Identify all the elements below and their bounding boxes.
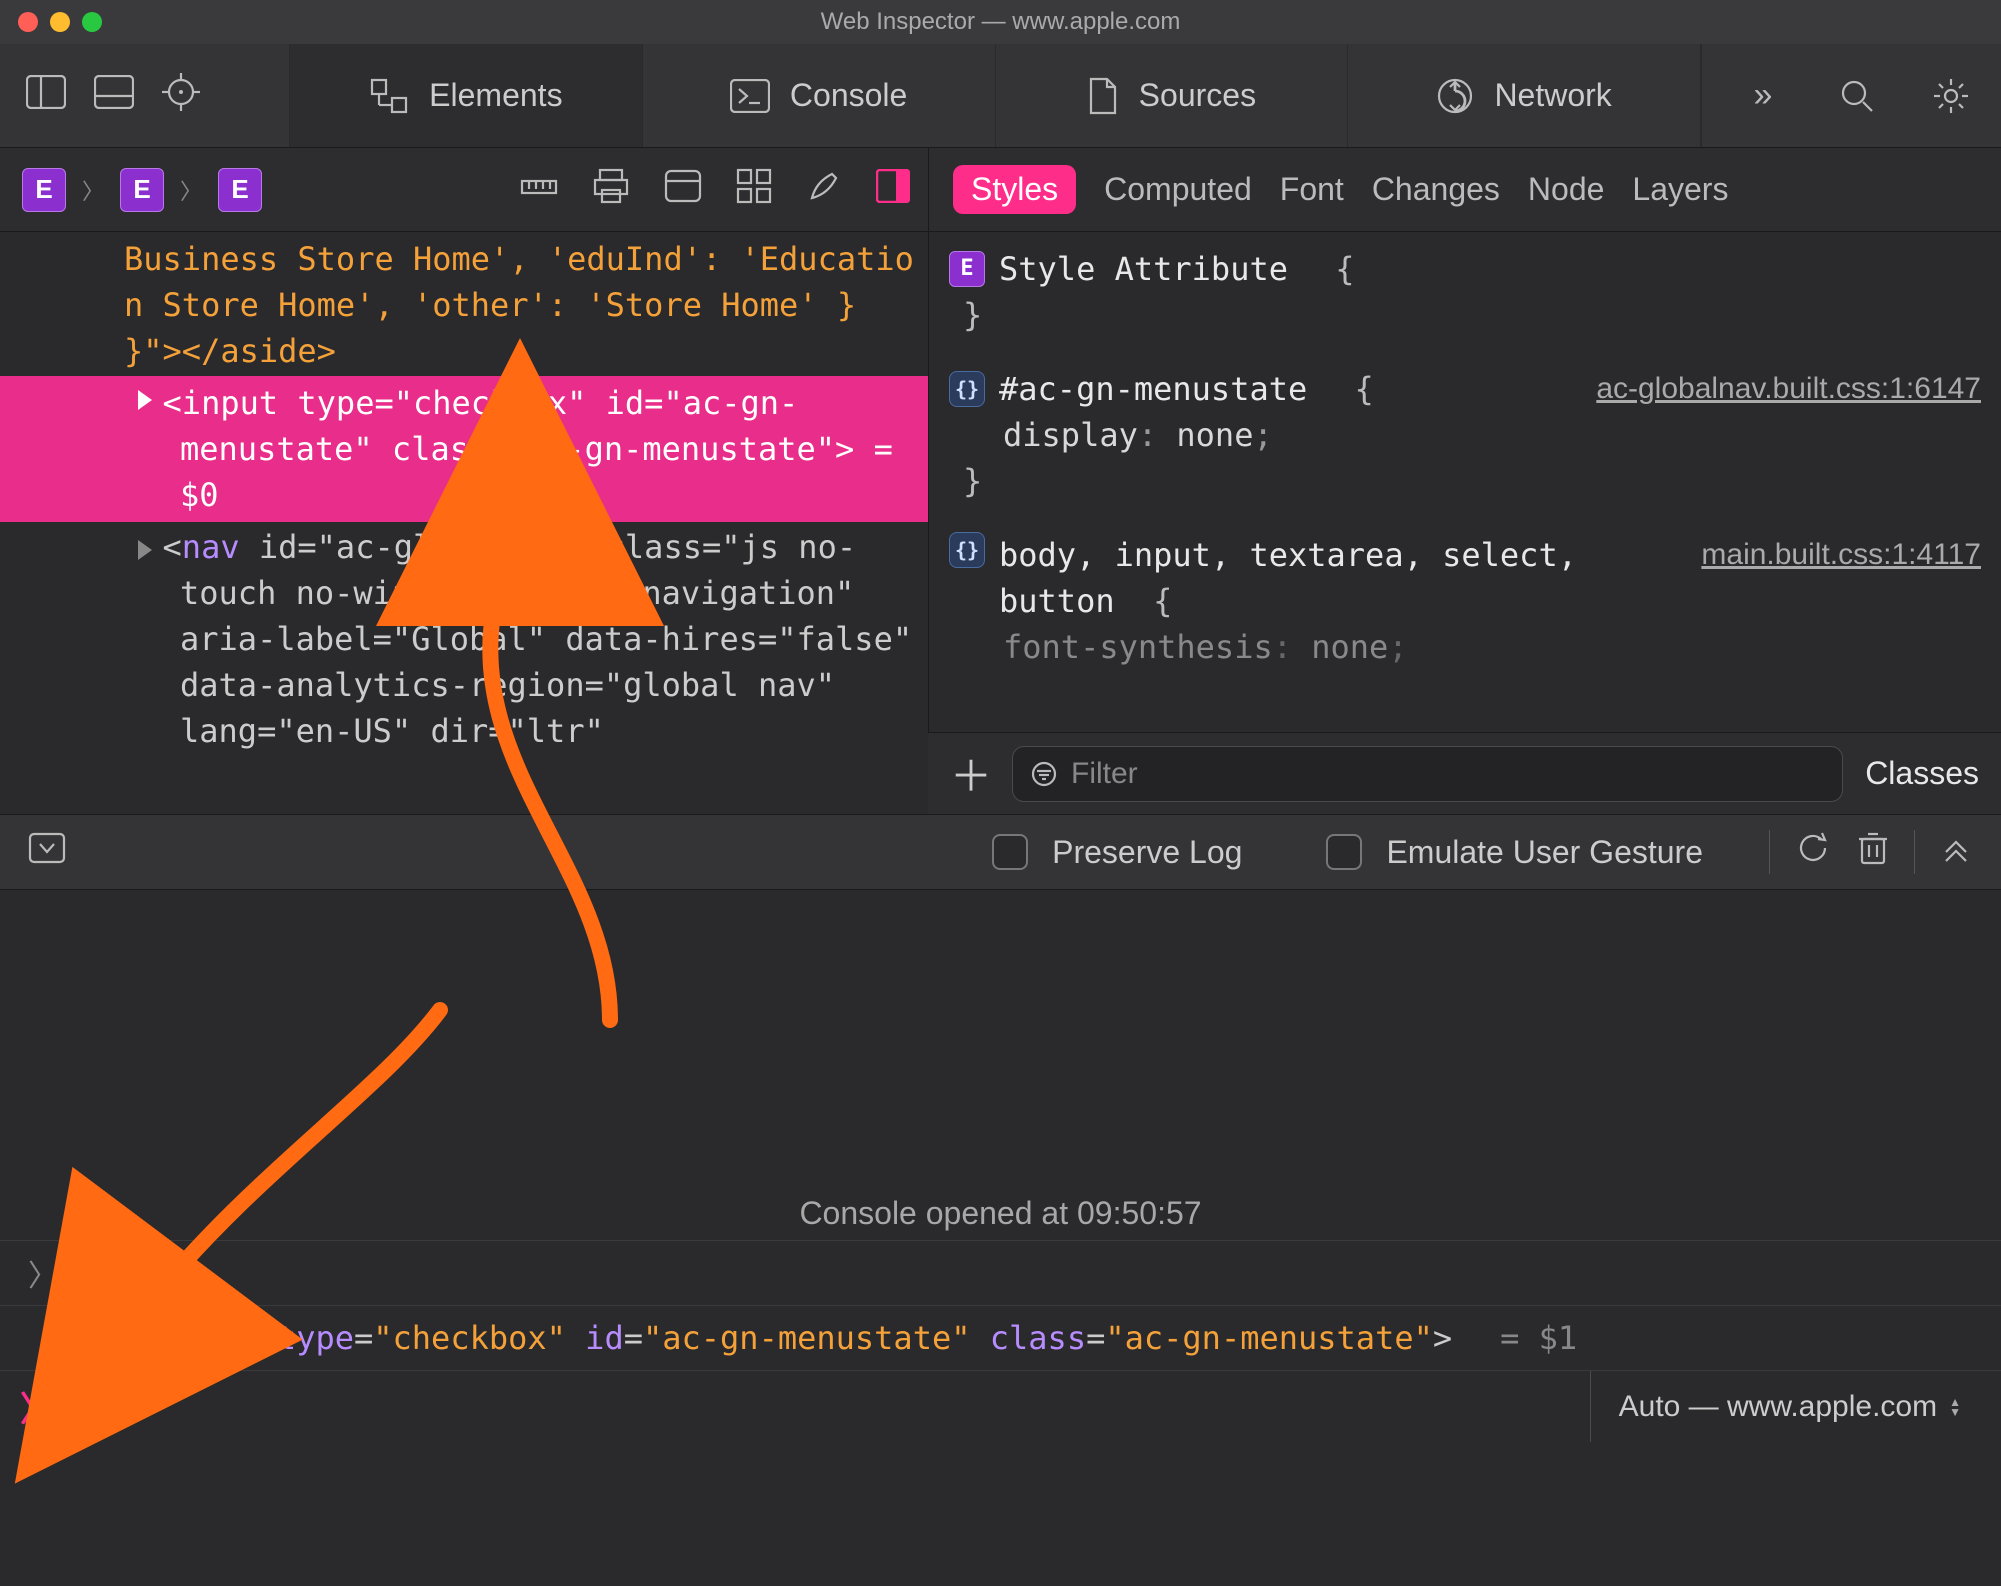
breadcrumb-element-icon[interactable]: E: [218, 168, 262, 212]
layout-bottom-panel-icon[interactable]: [94, 75, 134, 116]
style-rule[interactable]: {} body, input, textarea, select, button…: [949, 532, 1981, 670]
preserve-log-checkbox[interactable]: [992, 834, 1028, 870]
rule-selector: #ac-gn-menustate: [999, 366, 1307, 412]
layout-right-panel-icon[interactable]: [876, 169, 910, 210]
window-icon[interactable]: [664, 169, 702, 210]
window-titlebar: Web Inspector — www.apple.com: [0, 0, 2001, 44]
console-output-ref: = $1: [1500, 1319, 1577, 1357]
console-scope-dropdown-icon[interactable]: [28, 832, 66, 872]
ruler-icon[interactable]: [520, 167, 558, 212]
rule-source-link[interactable]: main.built.css:1:4117: [1701, 532, 1981, 578]
divider: [1769, 830, 1770, 874]
disclosure-triangle-icon[interactable]: ▶: [106, 1321, 124, 1356]
stylesheet-icon: {}: [949, 371, 985, 407]
emulate-gesture-label: Emulate User Gesture: [1386, 834, 1703, 871]
elements-icon: [369, 78, 409, 114]
grid-icon[interactable]: [736, 168, 772, 211]
console-input-text: $0: [76, 1254, 115, 1292]
dom-selected-node[interactable]: ..<input type="checkbox" id="ac-gn-menus…: [0, 376, 928, 522]
e-icon: E: [949, 251, 985, 287]
tab-console[interactable]: Console: [643, 44, 996, 147]
dom-html: <input type="checkbox" id="ac-gn-menusta…: [163, 384, 855, 468]
css-value[interactable]: none: [1311, 628, 1388, 666]
search-icon[interactable]: [1827, 78, 1887, 114]
rule-source-link[interactable]: ac-globalnav.built.css:1:6147: [1596, 366, 1981, 412]
stylesheet-icon: {}: [949, 532, 985, 568]
styles-tab-computed[interactable]: Computed: [1104, 171, 1252, 208]
filter-icon: [1031, 761, 1057, 787]
style-attribute-rule[interactable]: E Style Attribute { }: [949, 246, 1981, 338]
context-picker[interactable]: Auto — www.apple.com ▲▼: [1590, 1371, 1981, 1442]
tab-label: Network: [1494, 77, 1611, 114]
dom-tree[interactable]: Business Store Home', 'eduInd': 'Educati…: [0, 232, 928, 814]
sources-icon: [1087, 77, 1119, 115]
collapse-console-icon[interactable]: [1939, 831, 1973, 873]
css-prop[interactable]: font-synthesis: [1003, 628, 1273, 666]
console-opened-message: Console opened at 09:50:57: [0, 890, 2001, 1240]
layout-sidebar-left-icon[interactable]: [26, 75, 66, 116]
tab-sources[interactable]: Sources: [996, 44, 1349, 147]
css-prop[interactable]: display: [1003, 416, 1138, 454]
styles-tab-layers[interactable]: Layers: [1632, 171, 1728, 208]
classes-toggle[interactable]: Classes: [1865, 755, 1979, 792]
console-output-element[interactable]: <input type="checkbox" id="ac-gn-menusta…: [142, 1319, 1452, 1357]
styles-footer: ＋ Filter Classes: [928, 732, 2001, 814]
console-toolbar: Preserve Log Emulate User Gesture: [0, 814, 2001, 890]
input-caret-icon: 〉: [28, 1251, 58, 1295]
window-title: Web Inspector — www.apple.com: [0, 8, 2001, 36]
main-toolbar: Elements Console Sources Network »: [0, 44, 2001, 148]
rule-selector: body, input, textarea, select, button: [999, 536, 1577, 620]
chevron-right-icon: 〉: [82, 174, 104, 206]
more-tabs-icon[interactable]: »: [1733, 76, 1793, 115]
console-body: Console opened at 09:50:57 〉 $0 〉 ▶ <inp…: [0, 890, 2001, 1370]
styles-pane[interactable]: E Style Attribute { } {} #ac-gn-menustat…: [928, 232, 2001, 814]
clear-console-icon[interactable]: [1856, 829, 1890, 875]
style-rule[interactable]: {} #ac-gn-menustate { ac-globalnav.built…: [949, 366, 1981, 504]
stepper-icon: ▲▼: [1949, 1397, 1961, 1417]
window-minimize-button[interactable]: [50, 12, 70, 32]
console-prompt-row[interactable]: 〉 Auto — www.apple.com ▲▼: [0, 1370, 2001, 1442]
tab-elements[interactable]: Elements: [290, 44, 643, 147]
add-rule-button[interactable]: ＋: [950, 743, 990, 804]
split-panes: Business Store Home', 'eduInd': 'Educati…: [0, 232, 2001, 814]
prompt-caret-icon: 〉: [20, 1382, 54, 1431]
tab-label: Elements: [429, 77, 562, 114]
console-output-row: 〉 ▶ <input type="checkbox" id="ac-gn-men…: [0, 1305, 2001, 1370]
reload-icon[interactable]: [1794, 829, 1832, 875]
settings-gear-icon[interactable]: [1921, 77, 1981, 115]
styles-tab-changes[interactable]: Changes: [1372, 171, 1500, 208]
styles-filter-input[interactable]: Filter: [1012, 746, 1843, 802]
console-input-row[interactable]: 〉 $0: [0, 1240, 2001, 1305]
target-pick-icon[interactable]: [162, 73, 200, 118]
print-icon[interactable]: [592, 168, 630, 211]
styles-tab-node[interactable]: Node: [1528, 171, 1605, 208]
rule-selector: Style Attribute: [999, 246, 1288, 292]
css-value[interactable]: none: [1176, 416, 1253, 454]
breadcrumb-element-icon[interactable]: E: [120, 168, 164, 212]
tab-network[interactable]: Network: [1348, 44, 1701, 147]
emulate-gesture-checkbox[interactable]: [1326, 834, 1362, 870]
styles-tab-font[interactable]: Font: [1280, 171, 1344, 208]
breadcrumb-element-icon[interactable]: E: [22, 168, 66, 212]
dom-text: Business Store Home', 'eduInd': 'Educati…: [124, 240, 914, 370]
output-caret-icon: 〉: [28, 1316, 58, 1360]
console-icon: [730, 79, 770, 113]
window-maximize-button[interactable]: [82, 12, 102, 32]
network-icon: [1436, 77, 1474, 115]
dom-node[interactable]: ..<nav id="ac-globalnav" class="js no-to…: [0, 524, 928, 754]
sub-toolbar: E 〉 E 〉 E Styles Computed Font Changes N…: [0, 148, 2001, 232]
chevron-right-icon: 〉: [180, 174, 202, 206]
paintbrush-icon[interactable]: [806, 168, 842, 211]
tab-label: Sources: [1139, 77, 1256, 114]
context-label: Auto — www.apple.com: [1619, 1390, 1937, 1424]
tab-label: Console: [790, 77, 907, 114]
divider: [1914, 830, 1915, 874]
window-close-button[interactable]: [18, 12, 38, 32]
styles-tab-styles[interactable]: Styles: [953, 165, 1076, 214]
filter-placeholder: Filter: [1071, 757, 1138, 791]
preserve-log-label: Preserve Log: [1052, 834, 1242, 871]
